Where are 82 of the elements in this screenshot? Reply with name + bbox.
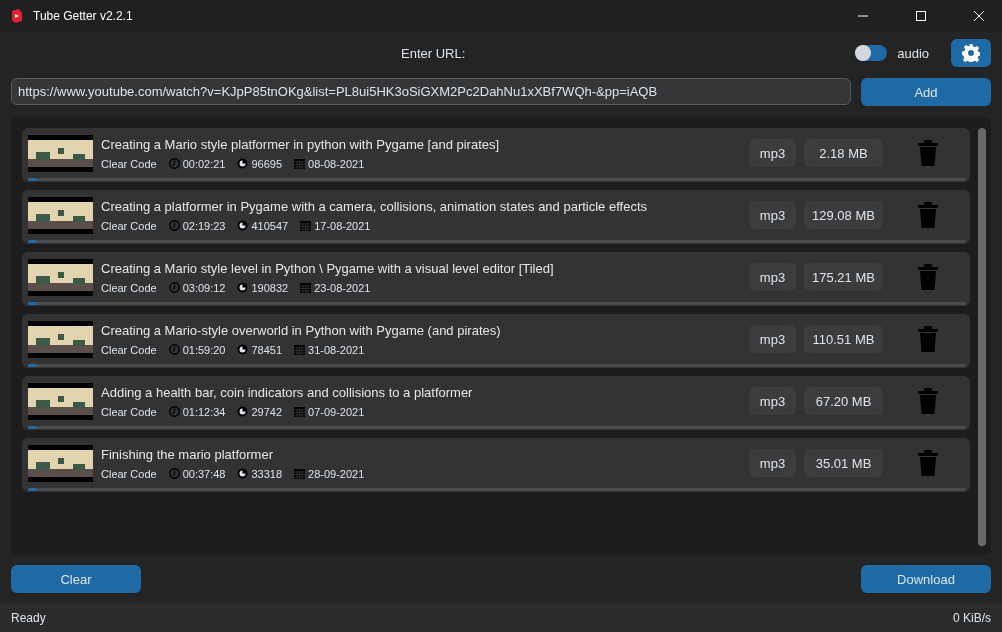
video-title: Adding a health bar, coin indicators and collisions to a platformer bbox=[101, 384, 474, 400]
file-size: 110.51 MB bbox=[804, 325, 883, 354]
file-size: 175.21 MB bbox=[804, 263, 883, 292]
audio-switch[interactable] bbox=[855, 45, 888, 62]
video-title: Creating a Mario-style overworld in Python with Pygame (and pirates) bbox=[101, 322, 502, 338]
settings-button[interactable] bbox=[951, 39, 991, 68]
clock-icon bbox=[168, 220, 180, 232]
upload-date: 17-08-2021 bbox=[314, 219, 371, 232]
pie-icon bbox=[237, 220, 249, 232]
format-label[interactable]: mp3 bbox=[749, 263, 796, 292]
calendar-icon bbox=[294, 158, 306, 170]
video-title: Creating a Mario style level in Python \ Pygame with a visual level editor [Tiled] bbox=[101, 260, 555, 276]
close-icon[interactable] bbox=[973, 9, 985, 22]
view-count: 29742 bbox=[251, 405, 283, 418]
window-title: Tube Getter v2.2.1 bbox=[33, 8, 133, 23]
upload-date: 07-09-2021 bbox=[308, 405, 365, 418]
upload-date: 28-09-2021 bbox=[308, 467, 365, 480]
video-duration: 03:09:12 bbox=[182, 281, 226, 294]
pie-icon bbox=[237, 406, 249, 418]
add-button[interactable]: Add bbox=[861, 78, 991, 107]
clock-icon bbox=[168, 344, 180, 356]
download-speed: 0 KiB/s bbox=[953, 610, 991, 625]
view-count: 96695 bbox=[251, 157, 283, 170]
channel-name: Clear Code bbox=[101, 281, 157, 294]
calendar-icon bbox=[294, 468, 306, 480]
video-title: Finishing the mario platformer bbox=[101, 446, 274, 462]
file-size: 67.20 MB bbox=[804, 387, 883, 416]
upload-date: 31-08-2021 bbox=[308, 343, 365, 356]
trash-icon[interactable] bbox=[917, 202, 939, 229]
calendar-icon bbox=[294, 344, 306, 356]
format-label[interactable]: mp3 bbox=[749, 387, 796, 416]
calendar-icon bbox=[300, 282, 312, 294]
status-text: Ready bbox=[11, 610, 46, 625]
channel-name: Clear Code bbox=[101, 467, 157, 480]
trash-icon[interactable] bbox=[917, 326, 939, 353]
trash-icon[interactable] bbox=[917, 140, 939, 167]
clear-button[interactable]: Clear bbox=[11, 565, 141, 594]
video-duration: 00:02:21 bbox=[182, 157, 226, 170]
pie-icon bbox=[237, 468, 249, 480]
pie-icon bbox=[237, 344, 249, 356]
format-label[interactable]: mp3 bbox=[749, 325, 796, 354]
pie-icon bbox=[237, 158, 249, 170]
clock-icon bbox=[168, 406, 180, 418]
video-duration: 00:37:48 bbox=[182, 467, 226, 480]
view-count: 190832 bbox=[251, 281, 289, 294]
clock-icon bbox=[168, 468, 180, 480]
clock-icon bbox=[168, 282, 180, 294]
trash-icon[interactable] bbox=[917, 388, 939, 415]
view-count: 78451 bbox=[251, 343, 283, 356]
trash-icon[interactable] bbox=[917, 450, 939, 477]
calendar-icon bbox=[294, 406, 306, 418]
url-field[interactable]: https://www.youtube.com/watch?v=KJpP85tnOKg&list=PL8ui5HK3oSiGXM2Pc2DahNu1xXBf7WQh-&pp=iAQB bbox=[11, 78, 851, 106]
upload-date: 23-08-2021 bbox=[314, 281, 371, 294]
video-duration: 02:19:23 bbox=[182, 219, 226, 232]
pie-icon bbox=[237, 282, 249, 294]
calendar-icon bbox=[300, 220, 312, 232]
audio-label: audio bbox=[897, 45, 929, 61]
view-count: 410547 bbox=[251, 219, 289, 232]
channel-name: Clear Code bbox=[101, 219, 157, 232]
format-label[interactable]: mp3 bbox=[749, 201, 796, 230]
channel-name: Clear Code bbox=[101, 405, 157, 418]
video-duration: 01:12:34 bbox=[182, 405, 226, 418]
app-logo-icon bbox=[11, 8, 23, 23]
scrollbar[interactable] bbox=[978, 128, 986, 547]
file-size: 35.01 MB bbox=[804, 449, 883, 478]
channel-name: Clear Code bbox=[101, 157, 157, 170]
settings-icon bbox=[962, 44, 980, 63]
video-title: Creating a Mario style platformer in python with Pygame [and pirates] bbox=[101, 136, 501, 152]
upload-date: 08-08-2021 bbox=[308, 157, 365, 170]
file-size: 2.18 MB bbox=[804, 139, 883, 168]
maximize-icon[interactable] bbox=[915, 9, 927, 22]
video-title: Creating a platformer in Pygame with a camera, collisions, animation states and particle effects bbox=[101, 198, 649, 214]
url-label: Enter URL: bbox=[401, 45, 466, 61]
clock-icon bbox=[168, 158, 180, 170]
format-label[interactable]: mp3 bbox=[749, 139, 796, 168]
video-duration: 01:59:20 bbox=[182, 343, 226, 356]
channel-name: Clear Code bbox=[101, 343, 157, 356]
trash-icon[interactable] bbox=[917, 264, 939, 291]
file-size: 129.08 MB bbox=[804, 201, 883, 230]
format-label[interactable]: mp3 bbox=[749, 449, 796, 478]
download-button[interactable]: Download bbox=[861, 565, 991, 594]
view-count: 33318 bbox=[251, 467, 283, 480]
